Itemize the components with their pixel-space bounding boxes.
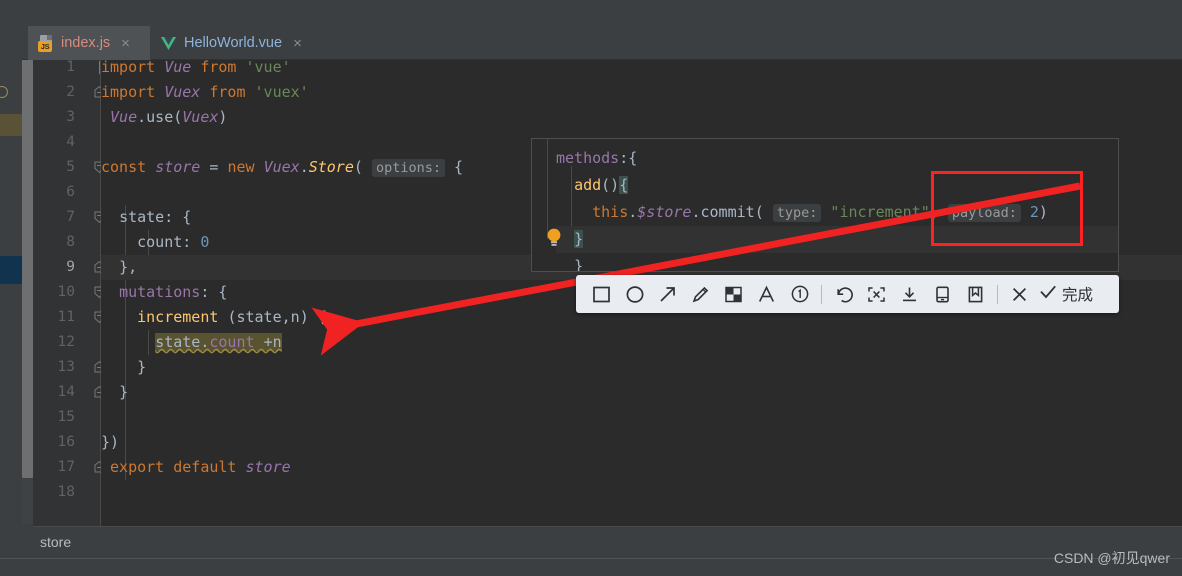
vue-logo-icon <box>160 36 177 51</box>
rectangle-tool-button[interactable] <box>585 279 618 309</box>
line-number: 6 <box>66 184 75 200</box>
line-number: 14 <box>57 384 75 400</box>
text-tool-button[interactable] <box>750 279 783 309</box>
arrow-tool-button[interactable] <box>651 279 684 309</box>
window-top-strip <box>0 0 1182 26</box>
line-number: 16 <box>57 434 75 450</box>
pen-tool-button[interactable] <box>684 279 717 309</box>
snippet-line-5: } <box>574 257 584 272</box>
code-line-3[interactable]: Vue.use(Vuex) <box>101 105 1182 130</box>
editor-breadcrumb-bar: store <box>33 526 1182 558</box>
line-number: 9 <box>66 259 75 275</box>
line-number: 18 <box>57 484 75 500</box>
line-number: 15 <box>57 409 75 425</box>
done-label: 完成 <box>1062 287 1094 304</box>
code-line-16[interactable]: }) <box>101 430 1182 455</box>
watermark-text: CSDN @初见qwer <box>1053 550 1170 566</box>
scrollbar-thumb[interactable] <box>22 58 33 478</box>
code-line-13[interactable]: } <box>101 355 1182 380</box>
marker-circle-icon <box>0 86 8 98</box>
screenshot-toolbar[interactable]: 完成 <box>576 275 1119 313</box>
tab-helloworld-vue[interactable]: HelloWorld.vue × <box>150 26 340 60</box>
numbering-tool-button[interactable] <box>783 279 816 309</box>
window-bottom-strip <box>0 558 1182 576</box>
snippet-line-1: methods:{ <box>556 149 638 167</box>
line-number: 10 <box>57 284 75 300</box>
inlay-hint-options: options: <box>371 159 445 177</box>
line-number: 17 <box>57 459 75 475</box>
download-button[interactable] <box>893 279 926 309</box>
line-number: 7 <box>66 209 75 225</box>
annotation-rectangle[interactable] <box>931 171 1083 246</box>
code-line-18[interactable] <box>101 480 1182 505</box>
line-number: 3 <box>66 109 75 125</box>
editor-vertical-scrollbar[interactable] <box>22 58 33 524</box>
ellipse-tool-button[interactable] <box>618 279 651 309</box>
code-line-15[interactable] <box>101 405 1182 430</box>
toolbar-separator <box>816 283 827 305</box>
check-icon <box>1038 282 1058 306</box>
mosaic-tool-button[interactable] <box>717 279 750 309</box>
lightbulb-icon[interactable] <box>545 227 563 247</box>
inlay-hint-type: type: <box>772 204 822 222</box>
tab-label: HelloWorld.vue <box>184 35 283 51</box>
js-file-icon: JS <box>38 34 54 52</box>
stripe-marker-warning <box>0 114 22 136</box>
stripe-marker-selection <box>0 256 22 284</box>
done-button[interactable]: 完成 <box>1036 279 1097 309</box>
line-number: 12 <box>57 334 75 350</box>
tab-label: index.js <box>61 35 111 51</box>
line-number: 4 <box>66 134 75 150</box>
app-window: JS index.js × HelloWorld.vue × 1 2 3 4 5… <box>0 0 1182 576</box>
selected-code[interactable]: state.count +n <box>155 333 282 351</box>
code-line-1[interactable]: import Vue from 'vue' <box>101 60 1182 80</box>
line-number: 2 <box>66 84 75 100</box>
tab-close-icon[interactable]: × <box>121 36 130 51</box>
breadcrumb[interactable]: store <box>40 534 71 550</box>
editor-tab-bar: JS index.js × HelloWorld.vue × <box>22 26 1182 60</box>
code-line-14[interactable]: } <box>101 380 1182 405</box>
tab-index-js[interactable]: JS index.js × <box>28 26 150 60</box>
code-line-12[interactable]: state.count +n <box>101 330 1182 355</box>
commit-event-name: "increment" <box>830 203 930 221</box>
line-number: 5 <box>66 159 75 175</box>
ocr-extract-button[interactable] <box>860 279 893 309</box>
line-number: 13 <box>57 359 75 375</box>
line-number: 1 <box>66 60 75 75</box>
toolbar-separator <box>992 283 1003 305</box>
line-number: 11 <box>57 309 75 325</box>
code-line-2[interactable]: import Vuex from 'vuex' <box>101 80 1182 105</box>
left-tool-stripe <box>0 26 22 576</box>
code-line-17[interactable]: export default store <box>101 455 1182 480</box>
cancel-button[interactable] <box>1003 279 1036 309</box>
pin-device-button[interactable] <box>926 279 959 309</box>
tab-close-icon[interactable]: × <box>293 36 302 51</box>
undo-button[interactable] <box>827 279 860 309</box>
line-number: 8 <box>66 234 75 250</box>
bookmark-button[interactable] <box>959 279 992 309</box>
